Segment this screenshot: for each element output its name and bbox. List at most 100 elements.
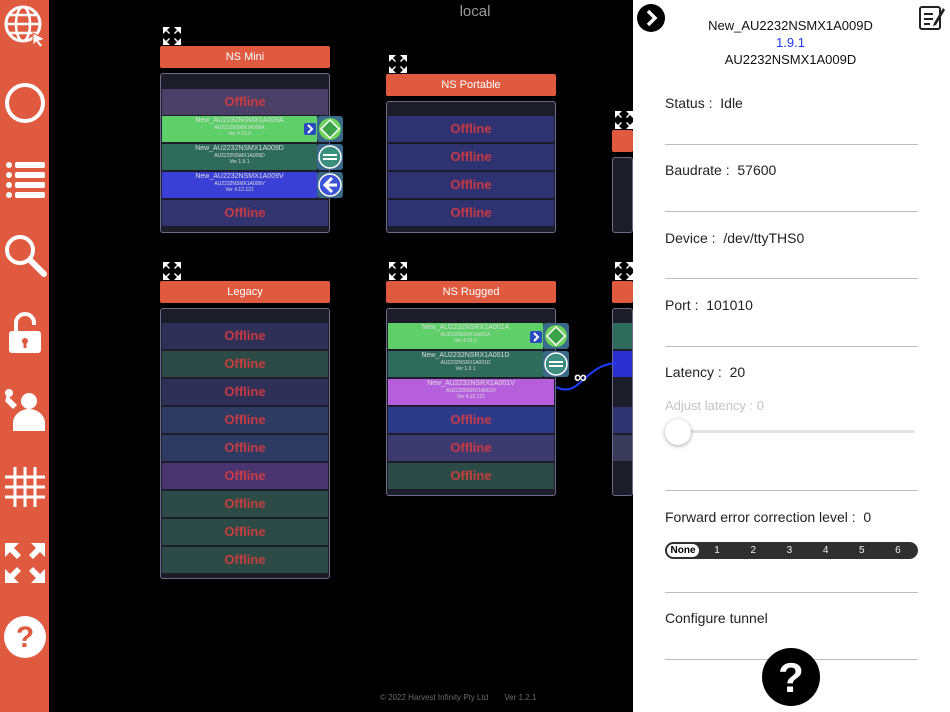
group-header-ns-mini[interactable]: NS Mini [160,46,330,68]
fec-segmented-control: None 1 2 3 4 5 6 [665,542,918,559]
device-slot[interactable]: New_AU2232NSRX1A001V AU2232NSRX1A001V Ve… [388,379,554,405]
help-button[interactable]: ? [3,615,47,659]
help-button-large[interactable]: ? [762,648,820,706]
divider [665,346,918,347]
port-value: 101010 [706,297,753,313]
device-slot[interactable]: Offline [162,463,328,489]
grid-button[interactable] [3,465,47,509]
device-slot[interactable] [613,407,632,433]
latency-value: 20 [729,364,746,380]
device-slot[interactable]: Offline [162,435,328,461]
chevron-right-icon[interactable] [530,330,542,343]
device-slot[interactable] [613,435,632,461]
fec-option-4[interactable]: 4 [808,544,844,557]
network-globe-icon [4,5,47,47]
arrow-left-icon[interactable] [317,172,343,198]
device-slot[interactable]: Offline [388,463,554,489]
device-slot[interactable]: Offline [162,351,328,377]
group-header-hidden[interactable] [612,130,633,152]
unlock-button[interactable] [3,311,47,355]
list-button[interactable] [3,157,47,201]
network-globe-button[interactable] [3,3,47,47]
port-row: Port : 101010 [665,297,753,313]
configure-tunnel-link[interactable]: Configure tunnel [665,610,768,626]
group-header-ns-rugged[interactable]: NS Rugged [386,281,556,303]
device-slot[interactable]: Offline [162,89,328,115]
expand-icon[interactable] [162,261,182,281]
baudrate-row: Baudrate : 57600 [665,162,777,178]
device-slot[interactable]: Offline [388,116,554,142]
fec-option-2[interactable]: 2 [735,544,771,557]
search-button[interactable] [3,233,47,277]
device-slot[interactable]: Offline [388,407,554,433]
edit-note-icon [919,6,945,30]
fec-row: Forward error correction level : 0 [665,509,872,525]
device-slot[interactable]: Offline [162,491,328,517]
latency-slider-track[interactable] [677,430,915,433]
device-slot[interactable]: Offline [388,435,554,461]
link-infinity-icon[interactable]: ∞ [574,367,587,388]
forward-diamond-icon[interactable] [317,116,343,142]
expand-icon[interactable] [614,261,634,281]
fec-option-3[interactable]: 3 [771,544,807,557]
group-box-legacy: Offline Offline Offline Offline Offline … [160,308,330,579]
device-slot[interactable]: Offline [162,200,328,226]
sidebar: ? [0,0,49,712]
edit-button[interactable] [918,3,946,31]
expand-icon[interactable] [614,110,634,130]
device-slot[interactable]: New_AU2232NSMX1A009D AU2232NSMX1A009D Ve… [162,144,317,170]
expand-icon[interactable] [388,54,408,74]
group-header-hidden-2[interactable] [612,281,633,303]
device-slot[interactable]: Offline [162,379,328,405]
fec-value: 0 [863,509,872,525]
device-version: 1.9.1 [776,35,805,50]
group-box-ns-mini: Offline New_AU2232NSMX1A009A AU2232NSMX1… [160,73,330,233]
device-serial: AU2232NSMX1A009D [724,52,857,67]
list-icon [6,162,45,198]
fec-option-none[interactable]: None [667,544,699,557]
version-text: Ver 1.2.1 [504,693,537,702]
user-settings-button[interactable] [3,387,47,431]
search-icon [5,235,47,277]
fec-option-5[interactable]: 5 [844,544,880,557]
device-slot[interactable]: Offline [162,519,328,545]
expand-icon[interactable] [388,261,408,281]
expand-arrows-button[interactable] [3,541,47,585]
chevron-right-circle-icon [637,4,665,32]
device-slot[interactable]: Offline [162,547,328,573]
device-slot[interactable]: New_AU2232NSRX1A001D AU2232NSRX1A001D Ve… [388,351,543,377]
device-slot[interactable]: Offline [388,172,554,198]
device-slot[interactable]: Offline [162,323,328,349]
device-slot[interactable]: Offline [388,144,554,170]
group-box-hidden [612,157,633,233]
group-header-legacy[interactable]: Legacy [160,281,330,303]
help-icon: ? [762,648,820,706]
group-header-ns-portable[interactable]: NS Portable [386,74,556,96]
status-value: Idle [720,95,743,111]
fec-option-1[interactable]: 1 [699,544,735,557]
forward-diamond-icon[interactable] [543,323,569,349]
device-slot[interactable]: New_AU2232NSRX1A001A AU2232NSRX1A001A Ve… [388,323,543,349]
chevron-right-icon[interactable] [304,122,316,135]
device-slot[interactable]: New_AU2232NSMX1A009A AU2232NSMX1A009A Ve… [162,116,317,142]
device-slot[interactable]: Offline [388,200,554,226]
fec-option-6[interactable]: 6 [880,544,916,557]
divider [665,278,918,279]
latency-row: Latency : 20 [665,364,746,380]
circle-button[interactable] [3,81,47,125]
group-box-ns-portable: Offline Offline Offline Offline [386,101,556,233]
device-slot[interactable] [613,323,632,349]
latency-slider-knob[interactable] [665,419,691,445]
help-icon: ? [4,616,46,658]
device-slot[interactable]: Offline [162,407,328,433]
canvas-title: local [459,3,491,20]
device-row: Device : /dev/ttyTHS0 [665,230,805,246]
panel-collapse-button[interactable] [636,3,666,33]
svg-text:?: ? [16,621,34,654]
baudrate-value: 57600 [737,162,777,178]
device-detail-panel: New_AU2232NSMX1A009D 1.9.1 AU2232NSMX1A0… [633,0,950,712]
stop-icon[interactable] [317,144,343,170]
user-settings-icon [5,389,45,431]
device-slot[interactable]: New_AU2232NSMX1A009V AU2232NSMX1A009V Ve… [162,172,317,198]
expand-icon[interactable] [162,26,182,46]
